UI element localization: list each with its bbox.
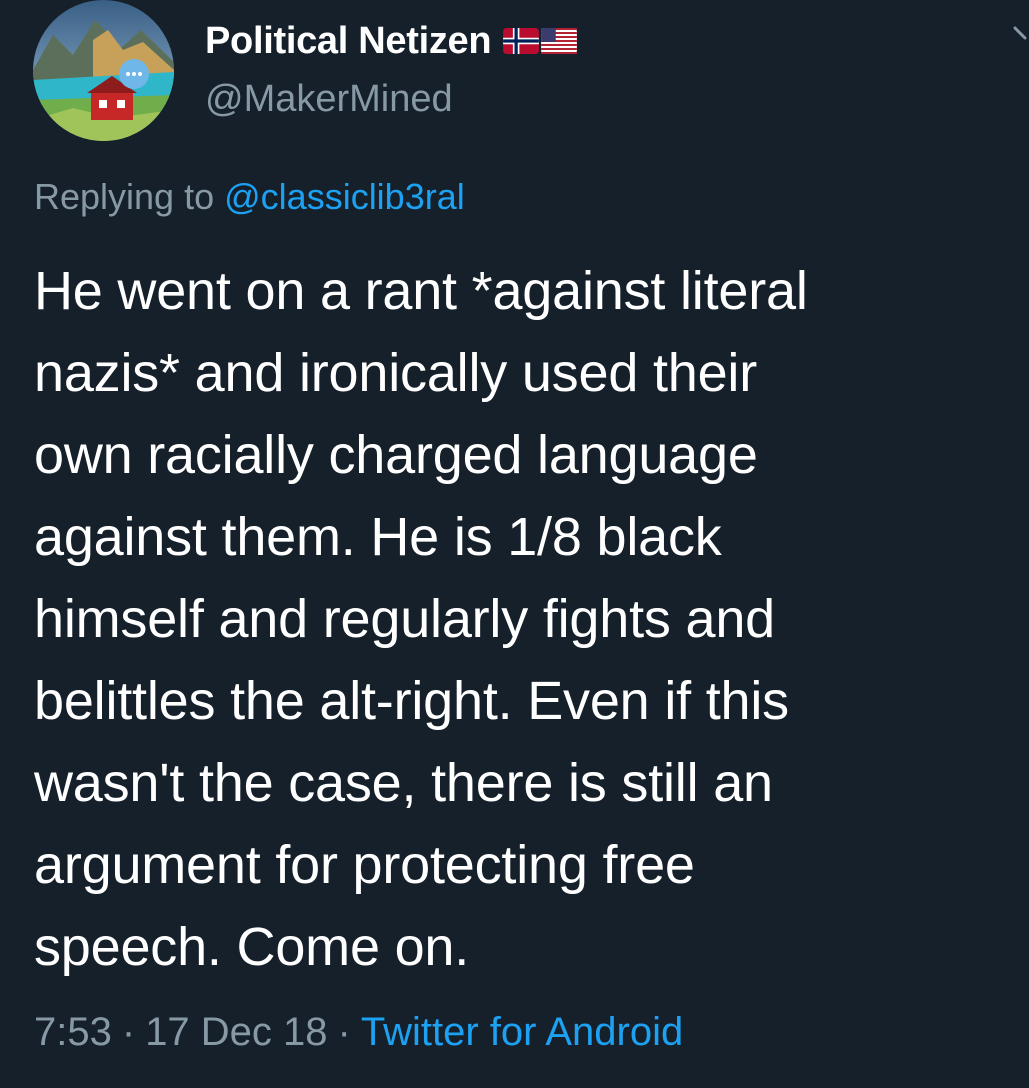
tweet-time[interactable]: 7:53 — [34, 1010, 112, 1055]
avatar[interactable] — [33, 0, 174, 141]
usa-flag-icon — [541, 28, 578, 54]
meta-separator: · — [121, 1010, 136, 1054]
tweet-date[interactable]: 17 Dec 18 — [145, 1010, 327, 1055]
tweet-text-line: He went on a rant *against literal — [34, 261, 808, 321]
replying-to-label: Replying to — [34, 176, 215, 217]
tweet-text-line: against them. He is 1/8 black — [34, 507, 722, 567]
tweet-text-line: argument for protecting free — [34, 835, 695, 895]
flags — [503, 28, 578, 54]
tweet-source-link[interactable]: Twitter for Android — [361, 1010, 683, 1055]
tweet-text-line: belittles the alt-right. Even if this — [34, 671, 789, 731]
tweet-detail: Political Netizen @MakerMined Replying t… — [0, 0, 1029, 1088]
tweet-text-line: speech. Come on. — [34, 917, 470, 977]
replying-to: Replying to @classiclib3ral — [34, 176, 465, 218]
avatar-image — [33, 0, 174, 141]
tweet-text: He went on a rant *against literal nazis… — [34, 250, 1004, 988]
user-handle[interactable]: @MakerMined — [205, 78, 453, 121]
user-name-row: Political Netizen — [205, 16, 578, 66]
tweet-text-line: nazis* and ironically used their — [34, 343, 757, 403]
display-name[interactable]: Political Netizen — [205, 20, 492, 63]
tweet-text-line: own racially charged language — [34, 425, 758, 485]
meta-separator: · — [337, 1010, 351, 1054]
chevron-down-icon[interactable] — [999, 14, 1029, 54]
tweet-text-line: wasn't the case, there is still an — [34, 753, 773, 813]
tweet-meta: 7:53 · 17 Dec 18 · Twitter for Android — [34, 1010, 683, 1055]
reply-mention-link[interactable]: @classiclib3ral — [224, 176, 465, 217]
tweet-text-line: himself and regularly fights and — [34, 589, 776, 649]
norway-flag-icon — [503, 28, 540, 54]
